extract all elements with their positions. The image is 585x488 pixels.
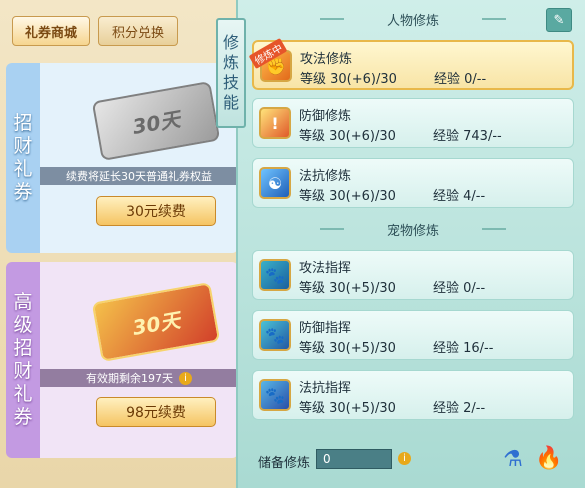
row-exp: 经验 4/--: [433, 189, 486, 204]
info-icon[interactable]: i: [179, 371, 192, 385]
tab-gift-shop[interactable]: 礼券商城: [12, 16, 90, 46]
gold-ticket-image: 30天: [91, 282, 221, 362]
row-exp: 经验 0/--: [433, 281, 486, 296]
row-level: 等级 30(+5)/30: [299, 341, 396, 356]
pet-row-attack[interactable]: 🐾 攻法指挥 等级 30(+5)/30 经验 0/--: [252, 250, 574, 300]
cultivation-panel: 人物修炼 ✎ ✊ 修炼中 攻法修炼 等级 30(+6)/30 经验 0/-- !…: [236, 0, 585, 488]
renew-30-button[interactable]: 30元续费: [96, 196, 216, 226]
row-level: 等级 30(+6)/30: [300, 72, 397, 87]
tab-points-exchange[interactable]: 积分兑换: [98, 16, 178, 46]
row-exp: 经验 16/--: [433, 341, 494, 356]
row-exp: 经验 0/--: [434, 72, 487, 87]
row-exp: 经验 743/--: [433, 129, 502, 144]
cultivation-skills-tab[interactable]: 修炼技能: [216, 18, 246, 128]
yin-yang-shield-icon: ☯: [259, 167, 291, 199]
card-info-text: 有效期剩余197天 i: [40, 369, 238, 387]
paw-resist-icon: 🐾: [259, 379, 291, 411]
character-section-title: 人物修炼: [320, 8, 506, 30]
cultivation-row-resist[interactable]: ☯ 法抗修炼 等级 30(+6)/30 经验 4/--: [252, 158, 574, 208]
card-title: 高级招财礼券: [13, 291, 33, 428]
pet-section-title: 宠物修炼: [320, 218, 506, 240]
row-exp: 经验 2/--: [433, 401, 486, 416]
cultivation-row-attack[interactable]: ✊ 修炼中 攻法修炼 等级 30(+6)/30 经验 0/--: [248, 38, 574, 90]
reserve-bar: 储备修炼 0 i ⚗ 🔥: [238, 440, 585, 488]
row-name: 防御指挥: [299, 321, 352, 336]
reserve-value-field: 0: [316, 449, 392, 469]
row-level: 等级 30(+6)/30: [299, 129, 396, 144]
potion-icon[interactable]: ⚗: [500, 444, 526, 474]
pet-row-resist[interactable]: 🐾 法抗指挥 等级 30(+5)/30 经验 2/--: [252, 370, 574, 420]
edit-icon[interactable]: ✎: [546, 8, 572, 32]
silver-ticket-image: 30天: [91, 81, 221, 161]
pet-row-defense[interactable]: 🐾 防御指挥 等级 30(+5)/30 经验 16/--: [252, 310, 574, 360]
row-name: 防御修炼: [299, 109, 352, 124]
flame-icon[interactable]: 🔥: [535, 442, 562, 474]
fortune-ticket-card: 招财礼券 30天 续费将延长30天普通礼券权益 30元续费: [6, 63, 238, 253]
row-name: 法抗修炼: [299, 169, 352, 184]
shield-icon: !: [259, 107, 291, 139]
row-name: 法抗指挥: [299, 381, 352, 396]
cultivation-row-defense[interactable]: ! 防御修炼 等级 30(+6)/30 经验 743/--: [252, 98, 574, 148]
row-name: 攻法指挥: [299, 261, 352, 276]
row-level: 等级 30(+5)/30: [299, 281, 396, 296]
card-title: 招财礼券: [13, 112, 33, 203]
reserve-label: 储备修炼: [258, 456, 311, 471]
info-icon[interactable]: i: [398, 452, 411, 465]
paw-attack-icon: 🐾: [259, 259, 291, 291]
card-info-text: 续费将延长30天普通礼券权益: [40, 167, 238, 185]
gift-shop-panel: 礼券商城 积分兑换 招财礼券 30天 续费将延长30天普通礼券权益 30元续费 …: [0, 0, 240, 488]
paw-shield-icon: 🐾: [259, 319, 291, 351]
renew-98-button[interactable]: 98元续费: [96, 397, 216, 427]
row-level: 等级 30(+6)/30: [299, 189, 396, 204]
row-name: 攻法修炼: [300, 52, 353, 67]
premium-fortune-ticket-card: 高级招财礼券 30天 有效期剩余197天 i 98元续费: [6, 262, 238, 458]
row-level: 等级 30(+5)/30: [299, 401, 396, 416]
